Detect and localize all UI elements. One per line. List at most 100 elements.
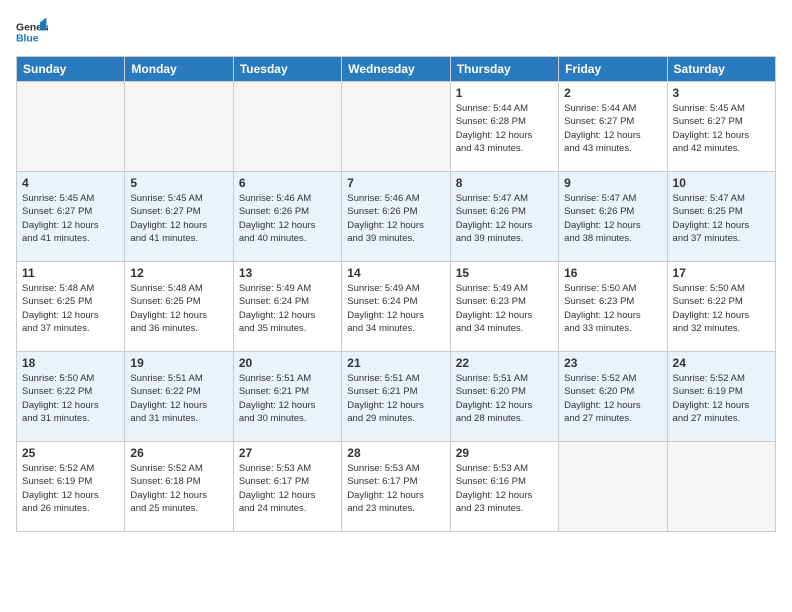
calendar-cell (559, 442, 667, 532)
calendar-week-row: 11 Sunrise: 5:48 AM Sunset: 6:25 PM Dayli… (17, 262, 776, 352)
svg-text:Blue: Blue (16, 34, 39, 45)
day-info: Sunrise: 5:49 AM Sunset: 6:24 PM Dayligh… (239, 282, 336, 335)
calendar-cell: 11 Sunrise: 5:48 AM Sunset: 6:25 PM Dayli… (17, 262, 125, 352)
calendar-cell: 17 Sunrise: 5:50 AM Sunset: 6:22 PM Dayli… (667, 262, 775, 352)
calendar-cell: 1 Sunrise: 5:44 AM Sunset: 6:28 PM Daylig… (450, 82, 558, 172)
calendar-cell: 27 Sunrise: 5:53 AM Sunset: 6:17 PM Dayli… (233, 442, 341, 532)
day-info: Sunrise: 5:52 AM Sunset: 6:19 PM Dayligh… (673, 372, 770, 425)
day-number: 12 (130, 266, 227, 280)
day-number: 23 (564, 356, 661, 370)
calendar-cell: 10 Sunrise: 5:47 AM Sunset: 6:25 PM Dayli… (667, 172, 775, 262)
day-number: 29 (456, 446, 553, 460)
day-number: 17 (673, 266, 770, 280)
calendar-cell: 24 Sunrise: 5:52 AM Sunset: 6:19 PM Dayli… (667, 352, 775, 442)
calendar-week-row: 4 Sunrise: 5:45 AM Sunset: 6:27 PM Daylig… (17, 172, 776, 262)
day-number: 7 (347, 176, 444, 190)
day-info: Sunrise: 5:50 AM Sunset: 6:22 PM Dayligh… (673, 282, 770, 335)
day-number: 5 (130, 176, 227, 190)
calendar-header-sunday: Sunday (17, 57, 125, 82)
day-number: 16 (564, 266, 661, 280)
calendar-cell: 5 Sunrise: 5:45 AM Sunset: 6:27 PM Daylig… (125, 172, 233, 262)
day-info: Sunrise: 5:51 AM Sunset: 6:21 PM Dayligh… (239, 372, 336, 425)
day-number: 3 (673, 86, 770, 100)
calendar-cell: 14Sunrise: 5:49 AM Sunset: 6:24 PM Dayli… (342, 262, 450, 352)
day-number: 19 (130, 356, 227, 370)
day-number: 21 (347, 356, 444, 370)
day-info: Sunrise: 5:51 AM Sunset: 6:20 PM Dayligh… (456, 372, 553, 425)
day-info: Sunrise: 5:51 AM Sunset: 6:22 PM Dayligh… (130, 372, 227, 425)
calendar-cell: 7 Sunrise: 5:46 AM Sunset: 6:26 PM Daylig… (342, 172, 450, 262)
day-info: Sunrise: 5:44 AM Sunset: 6:28 PM Dayligh… (456, 102, 553, 155)
day-info: Sunrise: 5:45 AM Sunset: 6:27 PM Dayligh… (130, 192, 227, 245)
calendar-header-wednesday: Wednesday (342, 57, 450, 82)
calendar-cell: 16Sunrise: 5:50 AM Sunset: 6:23 PM Dayli… (559, 262, 667, 352)
day-info: Sunrise: 5:45 AM Sunset: 6:27 PM Dayligh… (673, 102, 770, 155)
day-number: 28 (347, 446, 444, 460)
day-number: 10 (673, 176, 770, 190)
calendar-cell (342, 82, 450, 172)
calendar-cell: 15 Sunrise: 5:49 AM Sunset: 6:23 PM Dayli… (450, 262, 558, 352)
calendar-cell: 9 Sunrise: 5:47 AM Sunset: 6:26 PM Daylig… (559, 172, 667, 262)
calendar-cell: 26Sunrise: 5:52 AM Sunset: 6:18 PM Dayli… (125, 442, 233, 532)
calendar-cell: 13 Sunrise: 5:49 AM Sunset: 6:24 PM Dayli… (233, 262, 341, 352)
calendar-cell: 2 Sunrise: 5:44 AM Sunset: 6:27 PM Daylig… (559, 82, 667, 172)
day-number: 18 (22, 356, 119, 370)
day-info: Sunrise: 5:49 AM Sunset: 6:23 PM Dayligh… (456, 282, 553, 335)
day-number: 25 (22, 446, 119, 460)
calendar-cell: 19 Sunrise: 5:51 AM Sunset: 6:22 PM Dayli… (125, 352, 233, 442)
day-number: 20 (239, 356, 336, 370)
calendar-cell: 12 Sunrise: 5:48 AM Sunset: 6:25 PM Dayli… (125, 262, 233, 352)
day-info: Sunrise: 5:53 AM Sunset: 6:17 PM Dayligh… (239, 462, 336, 515)
day-info: Sunrise: 5:48 AM Sunset: 6:25 PM Dayligh… (130, 282, 227, 335)
day-number: 1 (456, 86, 553, 100)
day-info: Sunrise: 5:51 AM Sunset: 6:21 PM Dayligh… (347, 372, 444, 425)
calendar-cell (233, 82, 341, 172)
day-info: Sunrise: 5:47 AM Sunset: 6:25 PM Dayligh… (673, 192, 770, 245)
calendar-cell: 18 Sunrise: 5:50 AM Sunset: 6:22 PM Dayli… (17, 352, 125, 442)
day-info: Sunrise: 5:46 AM Sunset: 6:26 PM Dayligh… (239, 192, 336, 245)
calendar-header-saturday: Saturday (667, 57, 775, 82)
day-info: Sunrise: 5:45 AM Sunset: 6:27 PM Dayligh… (22, 192, 119, 245)
day-number: 13 (239, 266, 336, 280)
day-info: Sunrise: 5:48 AM Sunset: 6:25 PM Dayligh… (22, 282, 119, 335)
calendar-cell (17, 82, 125, 172)
calendar-cell: 21 Sunrise: 5:51 AM Sunset: 6:21 PM Dayli… (342, 352, 450, 442)
calendar-week-row: 18 Sunrise: 5:50 AM Sunset: 6:22 PM Dayli… (17, 352, 776, 442)
calendar-cell: 25 Sunrise: 5:52 AM Sunset: 6:19 PM Dayli… (17, 442, 125, 532)
day-number: 11 (22, 266, 119, 280)
calendar-cell: 20 Sunrise: 5:51 AM Sunset: 6:21 PM Dayli… (233, 352, 341, 442)
calendar-cell: 3 Sunrise: 5:45 AM Sunset: 6:27 PM Daylig… (667, 82, 775, 172)
day-info: Sunrise: 5:47 AM Sunset: 6:26 PM Dayligh… (564, 192, 661, 245)
day-info: Sunrise: 5:47 AM Sunset: 6:26 PM Dayligh… (456, 192, 553, 245)
calendar-week-row: 25 Sunrise: 5:52 AM Sunset: 6:19 PM Dayli… (17, 442, 776, 532)
day-number: 9 (564, 176, 661, 190)
calendar-cell: 29 Sunrise: 5:53 AM Sunset: 6:16 PM Dayli… (450, 442, 558, 532)
day-number: 22 (456, 356, 553, 370)
day-info: Sunrise: 5:53 AM Sunset: 6:17 PM Dayligh… (347, 462, 444, 515)
day-number: 15 (456, 266, 553, 280)
logo-icon: General Blue (16, 16, 48, 48)
day-number: 14 (347, 266, 444, 280)
calendar-header-monday: Monday (125, 57, 233, 82)
day-info: Sunrise: 5:50 AM Sunset: 6:22 PM Dayligh… (22, 372, 119, 425)
day-number: 4 (22, 176, 119, 190)
day-number: 6 (239, 176, 336, 190)
day-number: 24 (673, 356, 770, 370)
day-info: Sunrise: 5:46 AM Sunset: 6:26 PM Dayligh… (347, 192, 444, 245)
calendar-cell: 8 Sunrise: 5:47 AM Sunset: 6:26 PM Daylig… (450, 172, 558, 262)
day-info: Sunrise: 5:53 AM Sunset: 6:16 PM Dayligh… (456, 462, 553, 515)
day-number: 8 (456, 176, 553, 190)
calendar-cell: 4 Sunrise: 5:45 AM Sunset: 6:27 PM Daylig… (17, 172, 125, 262)
day-number: 2 (564, 86, 661, 100)
day-info: Sunrise: 5:44 AM Sunset: 6:27 PM Dayligh… (564, 102, 661, 155)
calendar-cell: 28 Sunrise: 5:53 AM Sunset: 6:17 PM Dayli… (342, 442, 450, 532)
calendar-cell: 23 Sunrise: 5:52 AM Sunset: 6:20 PM Dayli… (559, 352, 667, 442)
day-info: Sunrise: 5:52 AM Sunset: 6:19 PM Dayligh… (22, 462, 119, 515)
calendar-cell (667, 442, 775, 532)
calendar-header-tuesday: Tuesday (233, 57, 341, 82)
calendar-header-row: SundayMondayTuesdayWednesdayThursdayFrid… (17, 57, 776, 82)
day-number: 27 (239, 446, 336, 460)
logo: General Blue (16, 16, 52, 48)
calendar-header-thursday: Thursday (450, 57, 558, 82)
day-info: Sunrise: 5:52 AM Sunset: 6:20 PM Dayligh… (564, 372, 661, 425)
